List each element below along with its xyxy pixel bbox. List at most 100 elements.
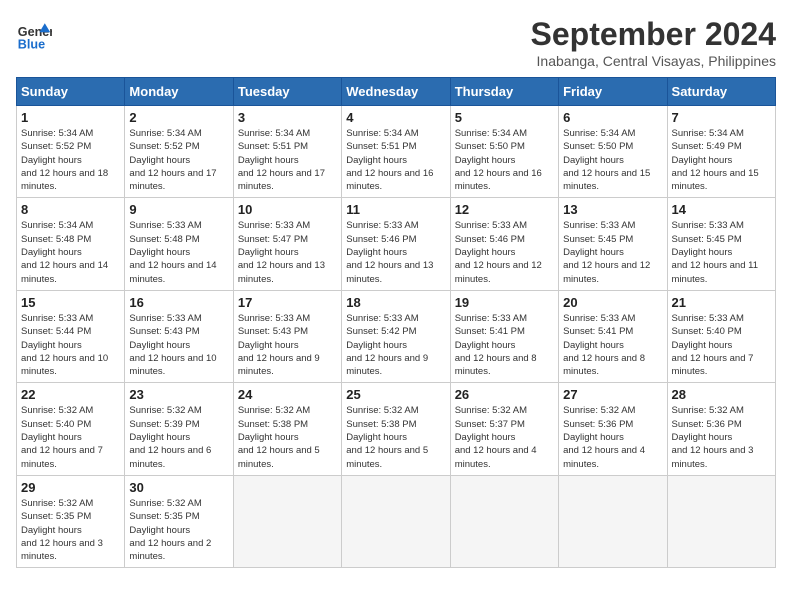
calendar-cell: 11 Sunrise: 5:33 AM Sunset: 5:46 PM Dayl… [342,198,450,290]
day-info: Sunrise: 5:33 AM Sunset: 5:41 PM Dayligh… [455,312,554,378]
day-info: Sunrise: 5:32 AM Sunset: 5:35 PM Dayligh… [21,497,120,563]
day-number: 21 [672,295,771,310]
day-number: 8 [21,202,120,217]
calendar-row: 1 Sunrise: 5:34 AM Sunset: 5:52 PM Dayli… [17,106,776,198]
day-info: Sunrise: 5:32 AM Sunset: 5:37 PM Dayligh… [455,404,554,470]
day-info: Sunrise: 5:33 AM Sunset: 5:45 PM Dayligh… [563,219,662,285]
day-info: Sunrise: 5:34 AM Sunset: 5:52 PM Dayligh… [129,127,228,193]
calendar-cell: 5 Sunrise: 5:34 AM Sunset: 5:50 PM Dayli… [450,106,558,198]
calendar-cell: 19 Sunrise: 5:33 AM Sunset: 5:41 PM Dayl… [450,290,558,382]
day-number: 18 [346,295,445,310]
day-number: 24 [238,387,337,402]
location: Inabanga, Central Visayas, Philippines [531,53,776,69]
day-info: Sunrise: 5:33 AM Sunset: 5:46 PM Dayligh… [346,219,445,285]
day-info: Sunrise: 5:33 AM Sunset: 5:44 PM Dayligh… [21,312,120,378]
calendar-row: 22 Sunrise: 5:32 AM Sunset: 5:40 PM Dayl… [17,383,776,475]
calendar-cell: 7 Sunrise: 5:34 AM Sunset: 5:49 PM Dayli… [667,106,775,198]
calendar-cell [559,475,667,567]
calendar-cell: 17 Sunrise: 5:33 AM Sunset: 5:43 PM Dayl… [233,290,341,382]
page-header: General Blue September 2024 Inabanga, Ce… [16,16,776,69]
col-saturday: Saturday [667,78,775,106]
day-number: 29 [21,480,120,495]
col-wednesday: Wednesday [342,78,450,106]
day-number: 2 [129,110,228,125]
day-info: Sunrise: 5:34 AM Sunset: 5:49 PM Dayligh… [672,127,771,193]
calendar-cell: 29 Sunrise: 5:32 AM Sunset: 5:35 PM Dayl… [17,475,125,567]
col-tuesday: Tuesday [233,78,341,106]
day-info: Sunrise: 5:33 AM Sunset: 5:46 PM Dayligh… [455,219,554,285]
calendar-row: 8 Sunrise: 5:34 AM Sunset: 5:48 PM Dayli… [17,198,776,290]
calendar-cell: 26 Sunrise: 5:32 AM Sunset: 5:37 PM Dayl… [450,383,558,475]
day-number: 22 [21,387,120,402]
day-info: Sunrise: 5:32 AM Sunset: 5:38 PM Dayligh… [346,404,445,470]
calendar-cell: 20 Sunrise: 5:33 AM Sunset: 5:41 PM Dayl… [559,290,667,382]
calendar-cell: 27 Sunrise: 5:32 AM Sunset: 5:36 PM Dayl… [559,383,667,475]
day-info: Sunrise: 5:32 AM Sunset: 5:36 PM Dayligh… [672,404,771,470]
calendar-cell: 16 Sunrise: 5:33 AM Sunset: 5:43 PM Dayl… [125,290,233,382]
calendar-cell: 9 Sunrise: 5:33 AM Sunset: 5:48 PM Dayli… [125,198,233,290]
day-number: 1 [21,110,120,125]
day-info: Sunrise: 5:33 AM Sunset: 5:45 PM Dayligh… [672,219,771,285]
month-title: September 2024 [531,16,776,53]
day-number: 19 [455,295,554,310]
calendar-cell: 13 Sunrise: 5:33 AM Sunset: 5:45 PM Dayl… [559,198,667,290]
svg-text:Blue: Blue [18,37,45,51]
day-info: Sunrise: 5:32 AM Sunset: 5:38 PM Dayligh… [238,404,337,470]
col-thursday: Thursday [450,78,558,106]
calendar-cell: 23 Sunrise: 5:32 AM Sunset: 5:39 PM Dayl… [125,383,233,475]
day-info: Sunrise: 5:33 AM Sunset: 5:43 PM Dayligh… [129,312,228,378]
day-number: 28 [672,387,771,402]
day-info: Sunrise: 5:34 AM Sunset: 5:50 PM Dayligh… [563,127,662,193]
day-info: Sunrise: 5:33 AM Sunset: 5:42 PM Dayligh… [346,312,445,378]
day-number: 27 [563,387,662,402]
day-number: 9 [129,202,228,217]
day-number: 6 [563,110,662,125]
col-monday: Monday [125,78,233,106]
day-info: Sunrise: 5:33 AM Sunset: 5:40 PM Dayligh… [672,312,771,378]
calendar-cell [450,475,558,567]
day-info: Sunrise: 5:32 AM Sunset: 5:39 PM Dayligh… [129,404,228,470]
day-info: Sunrise: 5:33 AM Sunset: 5:43 PM Dayligh… [238,312,337,378]
calendar-table: Sunday Monday Tuesday Wednesday Thursday… [16,77,776,568]
calendar-cell: 14 Sunrise: 5:33 AM Sunset: 5:45 PM Dayl… [667,198,775,290]
day-number: 25 [346,387,445,402]
day-info: Sunrise: 5:33 AM Sunset: 5:48 PM Dayligh… [129,219,228,285]
day-info: Sunrise: 5:34 AM Sunset: 5:48 PM Dayligh… [21,219,120,285]
calendar-cell: 3 Sunrise: 5:34 AM Sunset: 5:51 PM Dayli… [233,106,341,198]
day-info: Sunrise: 5:32 AM Sunset: 5:40 PM Dayligh… [21,404,120,470]
calendar-cell: 25 Sunrise: 5:32 AM Sunset: 5:38 PM Dayl… [342,383,450,475]
day-number: 7 [672,110,771,125]
day-number: 13 [563,202,662,217]
col-friday: Friday [559,78,667,106]
day-number: 16 [129,295,228,310]
calendar-cell: 2 Sunrise: 5:34 AM Sunset: 5:52 PM Dayli… [125,106,233,198]
day-number: 23 [129,387,228,402]
logo-icon: General Blue [16,16,52,52]
calendar-cell: 28 Sunrise: 5:32 AM Sunset: 5:36 PM Dayl… [667,383,775,475]
calendar-cell [342,475,450,567]
day-number: 3 [238,110,337,125]
calendar-cell: 8 Sunrise: 5:34 AM Sunset: 5:48 PM Dayli… [17,198,125,290]
title-area: September 2024 Inabanga, Central Visayas… [531,16,776,69]
calendar-cell: 6 Sunrise: 5:34 AM Sunset: 5:50 PM Dayli… [559,106,667,198]
calendar-cell: 1 Sunrise: 5:34 AM Sunset: 5:52 PM Dayli… [17,106,125,198]
weekday-header-row: Sunday Monday Tuesday Wednesday Thursday… [17,78,776,106]
calendar-cell [667,475,775,567]
day-info: Sunrise: 5:32 AM Sunset: 5:36 PM Dayligh… [563,404,662,470]
calendar-cell [233,475,341,567]
day-info: Sunrise: 5:34 AM Sunset: 5:52 PM Dayligh… [21,127,120,193]
day-number: 11 [346,202,445,217]
day-info: Sunrise: 5:33 AM Sunset: 5:41 PM Dayligh… [563,312,662,378]
calendar-cell: 10 Sunrise: 5:33 AM Sunset: 5:47 PM Dayl… [233,198,341,290]
calendar-cell: 18 Sunrise: 5:33 AM Sunset: 5:42 PM Dayl… [342,290,450,382]
day-info: Sunrise: 5:32 AM Sunset: 5:35 PM Dayligh… [129,497,228,563]
calendar-cell: 4 Sunrise: 5:34 AM Sunset: 5:51 PM Dayli… [342,106,450,198]
calendar-cell: 22 Sunrise: 5:32 AM Sunset: 5:40 PM Dayl… [17,383,125,475]
day-number: 12 [455,202,554,217]
day-number: 14 [672,202,771,217]
day-number: 4 [346,110,445,125]
calendar-cell: 15 Sunrise: 5:33 AM Sunset: 5:44 PM Dayl… [17,290,125,382]
day-number: 30 [129,480,228,495]
day-info: Sunrise: 5:34 AM Sunset: 5:51 PM Dayligh… [346,127,445,193]
calendar-cell: 30 Sunrise: 5:32 AM Sunset: 5:35 PM Dayl… [125,475,233,567]
